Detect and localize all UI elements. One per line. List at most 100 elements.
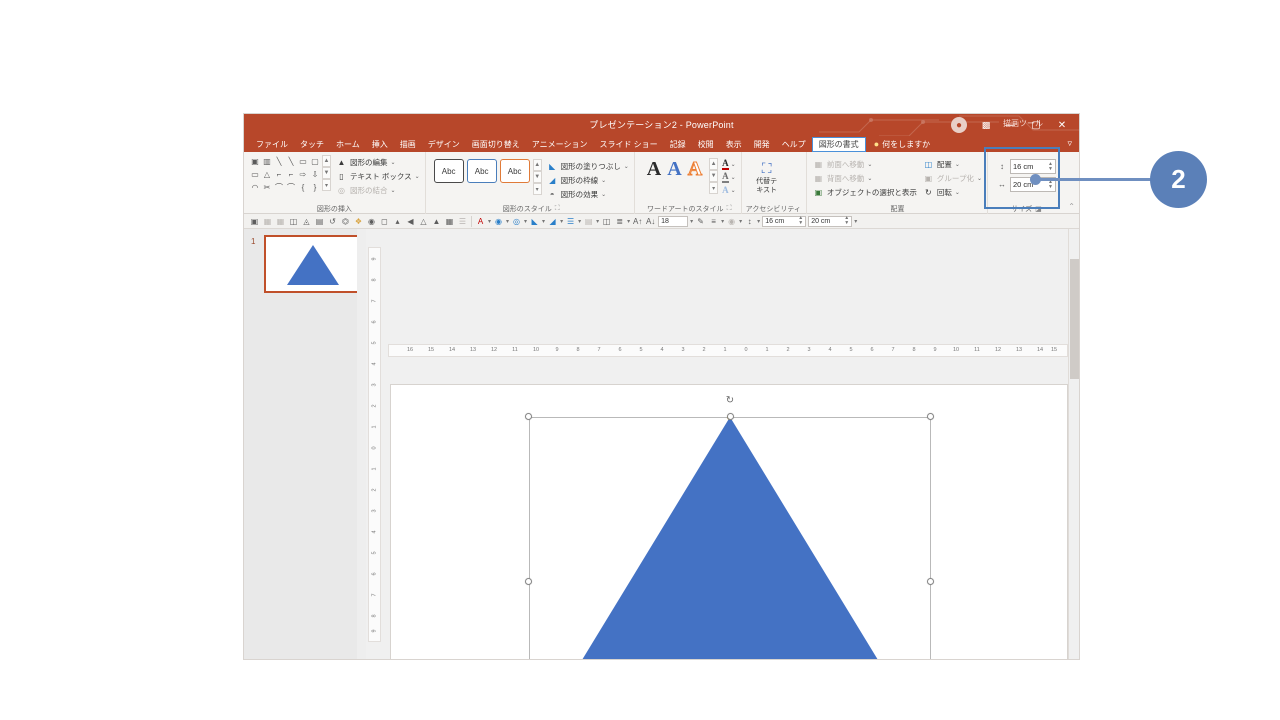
wordart-dialog-launcher[interactable]: ⛶	[727, 205, 732, 213]
toolbar-height-stepper[interactable]: ▲ ▼	[798, 216, 803, 226]
text-effects-button[interactable]: A ⌄	[722, 184, 736, 196]
reflection-icon[interactable]: ▴	[391, 215, 404, 228]
shape-corner-1[interactable]: ⌐	[273, 168, 285, 181]
shadow-icon[interactable]: ◻	[378, 215, 391, 228]
tab-home[interactable]: ホーム	[330, 137, 366, 152]
selection-pane-button[interactable]: ▣ オブジェクトの選択と表示	[813, 186, 917, 199]
gallery-scroll-down-button[interactable]: ▼	[322, 167, 331, 179]
thumbnail-pane-scrollbar[interactable]	[357, 229, 366, 659]
tab-transitions[interactable]: 画面切り替え	[466, 137, 526, 152]
highlight-icon[interactable]: ◣	[528, 215, 541, 228]
shape-style-3[interactable]: Abc	[499, 159, 530, 183]
shape-style-gallery[interactable]: Abc Abc Abc	[433, 159, 530, 183]
wordart-scroll-up-button[interactable]: ▲	[709, 158, 719, 170]
distribute-icon[interactable]: ▤	[313, 215, 326, 228]
handle-top-left[interactable]	[525, 413, 532, 420]
canvas-scrollbar-thumb[interactable]	[1070, 259, 1079, 379]
crop-icon[interactable]: ⏣	[339, 215, 352, 228]
shape-rect2[interactable]: ▭	[249, 168, 261, 181]
text-fill-button[interactable]: A ⌄	[722, 158, 736, 170]
tab-file[interactable]: ファイル	[250, 137, 294, 152]
shape-arrow-right[interactable]: ⇨	[297, 168, 309, 181]
shape-recent-2[interactable]: ▥	[261, 155, 273, 168]
font-color-icon[interactable]: A	[474, 215, 487, 228]
ribbon-display-options-icon[interactable]: ▩	[975, 114, 997, 136]
tab-draw[interactable]: 描画	[394, 137, 422, 152]
shape-style-2[interactable]: Abc	[466, 159, 497, 183]
size-dialog-launcher[interactable]: ◪	[1035, 205, 1042, 213]
table-style-icon[interactable]: ▤	[582, 215, 595, 228]
shape-corner-2[interactable]: ⌐	[285, 168, 297, 181]
shape-style-scroll-buttons[interactable]: ▲ ▼ ▾	[532, 159, 542, 195]
shape-height-stepper[interactable]: ▲ ▼	[1048, 161, 1053, 172]
line-spacing-icon[interactable]: ≣	[613, 215, 626, 228]
text-box-button[interactable]: ▯ テキスト ボックス ⌄	[336, 170, 419, 183]
layout-icon[interactable]: ▣	[248, 215, 261, 228]
wordart-scroll-buttons[interactable]: ▲ ▼ ▾	[709, 158, 719, 194]
wordart-style-1[interactable]: A	[647, 158, 661, 180]
numbering-icon[interactable]: ◉	[725, 215, 738, 228]
alt-text-button[interactable]: ⛶ 代替テ キスト	[746, 158, 788, 195]
shape-recent-1[interactable]: ▣	[249, 155, 261, 168]
handle-top-center[interactable]	[727, 413, 734, 420]
shapes-gallery[interactable]: ▣ ▥ ╲ ╲ ▭ ▢ ▭ △ ⌐ ⌐ ⇨ ⇩ ◠ ✂ ⌒ ⌒ {}	[249, 155, 321, 194]
chevron-down-icon[interactable]: ▾	[756, 218, 761, 225]
edit-shape-button[interactable]: ▲ 図形の編集 ⌄	[336, 156, 420, 169]
shape-rect[interactable]: ▭	[297, 155, 309, 168]
shape-arc[interactable]: ◠	[249, 181, 261, 194]
tab-animations[interactable]: アニメーション	[526, 137, 594, 152]
wordart-gallery[interactable]: A A A	[643, 158, 706, 181]
slide-thumbnail-pane[interactable]: 1	[244, 229, 366, 659]
maximize-button[interactable]: ▢	[1023, 114, 1049, 136]
minimize-button[interactable]: —	[997, 114, 1023, 136]
wordart-style-3[interactable]: A	[687, 158, 702, 181]
shape-brace-right[interactable]: }	[309, 181, 321, 194]
rotate-left-icon[interactable]: ↺	[326, 215, 339, 228]
wordart-scroll-down-button[interactable]: ▼	[709, 170, 719, 182]
picture-icon[interactable]: ▦	[443, 215, 456, 228]
glow-icon[interactable]: ◀	[404, 215, 417, 228]
effects-icon[interactable]: ◉	[365, 215, 378, 228]
handle-middle-left[interactable]	[525, 578, 532, 585]
paragraph-align-icon[interactable]: ☰	[564, 215, 577, 228]
shape-width-stepper[interactable]: ▲ ▼	[1048, 179, 1053, 190]
rotation-handle[interactable]: ↻	[724, 394, 736, 406]
shape-outline-icon[interactable]: ◎	[510, 215, 523, 228]
slide-canvas[interactable]: ↻	[390, 384, 1068, 659]
tab-developer[interactable]: 開発	[748, 137, 776, 152]
text-direction-icon[interactable]: ↕	[743, 215, 756, 228]
text-outline-button[interactable]: A ⌄	[722, 171, 736, 183]
shape-arrow-down[interactable]: ⇩	[309, 168, 321, 181]
tab-insert[interactable]: 挿入	[366, 137, 394, 152]
format-painter-icon[interactable]: ❖	[352, 215, 365, 228]
align-button[interactable]: ◫ 配置 ⌄	[923, 158, 982, 171]
eyedropper-icon[interactable]: ✎	[694, 215, 707, 228]
tab-review[interactable]: 校閲	[692, 137, 720, 152]
shape-freeform[interactable]: ✂	[261, 181, 273, 194]
shape-fill-icon[interactable]: ◉	[492, 215, 505, 228]
shape-style-more-button[interactable]: ▾	[532, 183, 542, 195]
shape-oval[interactable]: ▢	[309, 155, 321, 168]
collapse-ribbon-button[interactable]: ⌃	[1068, 202, 1075, 211]
tab-shape-format[interactable]: 図形の書式	[811, 136, 866, 152]
rotate-button[interactable]: ↻ 回転 ⌄	[923, 186, 982, 199]
align-left-icon[interactable]: ◫	[287, 215, 300, 228]
font-size-input[interactable]: 18	[658, 215, 689, 227]
shape-triangle[interactable]: △	[261, 168, 273, 181]
bevel-icon[interactable]: △	[417, 215, 430, 228]
comments-icon[interactable]: ▿	[1067, 138, 1072, 149]
grow-font-icon[interactable]: A↑	[631, 215, 644, 228]
tab-help[interactable]: ヘルプ	[776, 137, 812, 152]
gallery-scroll-up-button[interactable]: ▲	[322, 155, 331, 167]
columns-icon[interactable]: ◫	[600, 215, 613, 228]
shape-style-scroll-down-button[interactable]: ▼	[532, 171, 542, 183]
shape-effects-button[interactable]: ◓ 図形の効果 ⌄	[547, 188, 629, 201]
shape-style-scroll-up-button[interactable]: ▲	[532, 159, 542, 171]
shape-outline-button[interactable]: ◢ 図形の枠線 ⌄	[547, 174, 629, 187]
toolbar-shape-height-input[interactable]: 16 cm ▲ ▼	[762, 215, 807, 227]
shape-height-input[interactable]: 16 cm ▲ ▼	[1010, 159, 1056, 174]
slide-thumbnail-1[interactable]	[264, 235, 361, 293]
shape-fill-button[interactable]: ◣ 図形の塗りつぶし ⌄	[547, 160, 629, 173]
handle-top-right[interactable]	[927, 413, 934, 420]
shape-line-2[interactable]: ╲	[285, 155, 297, 168]
